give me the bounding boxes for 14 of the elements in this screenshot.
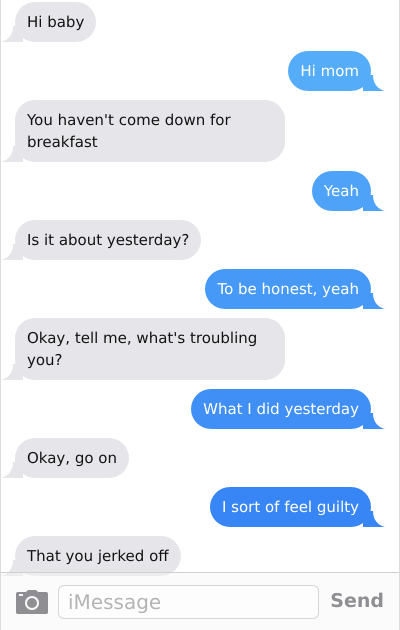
send-button[interactable]: Send xyxy=(329,587,384,616)
bubble-tail-icon xyxy=(1,146,23,162)
bubble-tail-icon xyxy=(1,26,23,42)
bubble-tail-icon xyxy=(1,560,23,576)
camera-icon[interactable] xyxy=(16,590,48,614)
bubble-tail-icon xyxy=(363,195,385,211)
message-field[interactable]: iMessage xyxy=(58,584,320,618)
bubble-tail-icon xyxy=(1,462,23,478)
bubble-tail-icon xyxy=(363,75,385,91)
bubble-tail-icon xyxy=(1,364,23,380)
bubble-tail-icon xyxy=(363,293,385,309)
bubble-tail-icon xyxy=(363,413,385,429)
bubble-tail-icon xyxy=(1,244,23,260)
bubble-tail-icon xyxy=(363,511,385,527)
